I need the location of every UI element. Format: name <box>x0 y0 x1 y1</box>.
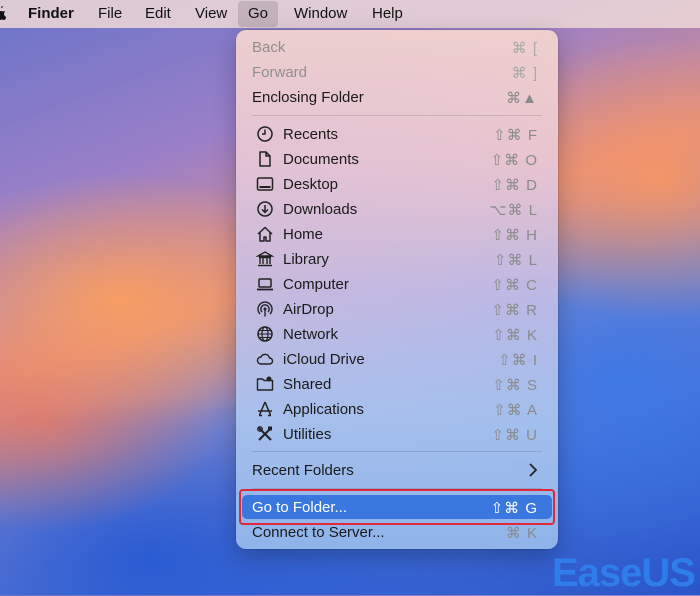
watermark-text: EaseUS <box>552 551 696 595</box>
menu-item-network[interactable]: Network ⇧⌘ K <box>242 322 552 346</box>
menu-item-shortcut: ⌘▲ <box>506 90 538 107</box>
clock-icon <box>257 126 273 142</box>
menu-item-recents[interactable]: Recents ⇧⌘ F <box>242 122 552 146</box>
menu-item-label: Home <box>283 226 324 243</box>
menu-separator <box>252 451 542 452</box>
home-icon <box>257 226 273 242</box>
menu-item-forward[interactable]: Forward ⌘ ] <box>242 60 552 84</box>
menu-item-shortcut: ⇧⌘ R <box>491 302 538 319</box>
menu-separator <box>252 115 542 116</box>
download-icon <box>257 201 273 217</box>
menubar-help[interactable]: Help <box>362 0 413 28</box>
globe-icon <box>257 326 273 342</box>
laptop-icon <box>257 278 273 291</box>
menu-item-downloads[interactable]: Downloads ⌥⌘ L <box>242 197 552 221</box>
desktop-icon <box>256 177 274 191</box>
menu-item-shortcut: ⇧⌘ I <box>498 352 538 369</box>
menu-item-shortcut: ⇧⌘ H <box>491 227 538 244</box>
annotation-highlight-box <box>239 489 555 525</box>
menubar-window[interactable]: Window <box>284 0 357 28</box>
menu-item-label: Utilities <box>283 426 332 443</box>
menu-item-applications[interactable]: Applications ⇧⌘ A <box>242 397 552 421</box>
easeus-watermark-logo: EaseUS <box>548 551 700 595</box>
tools-icon <box>257 426 272 441</box>
menu-item-desktop[interactable]: Desktop ⇧⌘ D <box>242 172 552 196</box>
menu-item-shortcut: ⌘ [ <box>511 40 538 57</box>
menu-item-airdrop[interactable]: AirDrop ⇧⌘ R <box>242 297 552 321</box>
menu-item-label: iCloud Drive <box>283 351 365 368</box>
menu-item-shortcut: ⌥⌘ L <box>489 202 538 219</box>
chevron-right-icon <box>529 463 538 477</box>
apple-logo-icon[interactable] <box>0 6 6 20</box>
menu-item-shortcut: ⇧⌘ L <box>493 252 538 269</box>
menubar-edit[interactable]: Edit <box>135 0 181 28</box>
menu-item-home[interactable]: Home ⇧⌘ H <box>242 222 552 246</box>
menu-item-shared[interactable]: Shared ⇧⌘ S <box>242 372 552 396</box>
menu-item-icloud-drive[interactable]: iCloud Drive ⇧⌘ I <box>242 347 552 371</box>
menu-item-shortcut: ⌘ K <box>505 525 538 542</box>
menubar-finder[interactable]: Finder <box>18 0 84 28</box>
menu-item-label: Documents <box>283 151 359 168</box>
document-icon <box>259 151 271 167</box>
menu-item-shortcut: ⇧⌘ U <box>491 427 538 444</box>
menu-item-documents[interactable]: Documents ⇧⌘ O <box>242 147 552 171</box>
menu-item-label: Back <box>252 39 286 56</box>
go-menu: Back ⌘ [ Forward ⌘ ] Enclosing Folder ⌘▲… <box>236 30 558 549</box>
menu-item-back[interactable]: Back ⌘ [ <box>242 35 552 59</box>
menu-item-enclosing-folder[interactable]: Enclosing Folder ⌘▲ <box>242 85 552 109</box>
library-icon <box>256 251 274 267</box>
menu-item-label: Applications <box>283 401 364 418</box>
menubar-view[interactable]: View <box>185 0 237 28</box>
shared-folder-icon <box>256 376 274 391</box>
menu-bar: Finder File Edit View Go Window Help <box>0 0 700 28</box>
menu-item-label: Recents <box>283 126 339 143</box>
menu-item-label: AirDrop <box>283 301 334 318</box>
menu-item-shortcut: ⌘ ] <box>511 65 538 82</box>
menu-item-label: Connect to Server... <box>252 524 385 541</box>
menu-item-shortcut: ⇧⌘ S <box>492 377 538 394</box>
menu-item-utilities[interactable]: Utilities ⇧⌘ U <box>242 422 552 446</box>
menu-item-label: Downloads <box>283 201 358 218</box>
menubar-go[interactable]: Go <box>238 1 279 27</box>
menu-item-shortcut: ⇧⌘ O <box>490 152 538 169</box>
menu-item-shortcut: ⇧⌘ D <box>491 177 538 194</box>
menu-item-label: Enclosing Folder <box>252 89 364 106</box>
menu-item-label: Shared <box>283 376 332 393</box>
menu-item-shortcut: ⇧⌘ C <box>491 277 538 294</box>
menu-item-label: Recent Folders <box>252 462 354 479</box>
menu-item-library[interactable]: Library ⇧⌘ L <box>242 247 552 271</box>
menu-item-label: Computer <box>283 276 349 293</box>
menu-item-label: Forward <box>252 64 308 81</box>
menu-item-shortcut: ⇧⌘ A <box>493 402 538 419</box>
menu-item-recent-folders[interactable]: Recent Folders <box>242 458 552 482</box>
menu-item-computer[interactable]: Computer ⇧⌘ C <box>242 272 552 296</box>
menu-item-shortcut: ⇧⌘ K <box>492 327 538 344</box>
menu-item-shortcut: ⇧⌘ F <box>493 127 538 144</box>
cloud-icon <box>256 353 274 365</box>
menu-item-label: Desktop <box>283 176 339 193</box>
applications-icon <box>258 401 272 417</box>
menubar-file[interactable]: File <box>88 0 132 28</box>
menu-item-label: Network <box>283 326 339 343</box>
menu-item-label: Library <box>283 251 329 268</box>
airdrop-icon <box>257 301 273 317</box>
